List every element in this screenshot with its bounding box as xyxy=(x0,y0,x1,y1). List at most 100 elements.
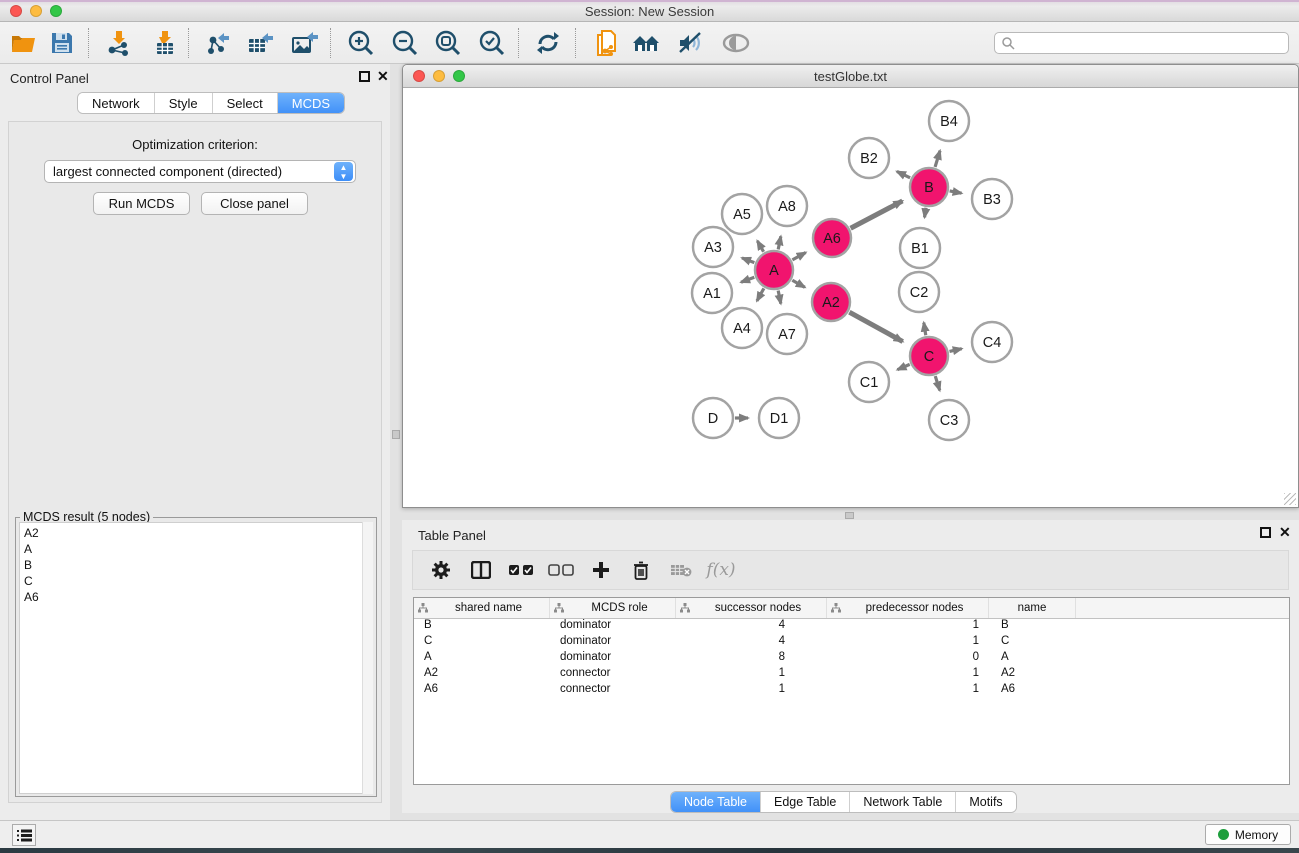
graph-node-C3[interactable]: C3 xyxy=(929,400,969,440)
graph-node-A5[interactable]: A5 xyxy=(722,194,762,234)
graph-edge-C-C1[interactable] xyxy=(897,364,909,369)
column-header-predecessor-nodes[interactable]: predecessor nodes xyxy=(827,598,989,618)
horizontal-divider-grip[interactable] xyxy=(845,512,854,519)
result-item[interactable]: A2 xyxy=(24,525,363,541)
table-cell[interactable]: connector xyxy=(550,683,676,699)
home-button[interactable] xyxy=(631,28,663,58)
graph-node-A[interactable]: A xyxy=(755,251,793,289)
table-row[interactable]: Cdominator41C xyxy=(414,635,1289,651)
graph-edge-C-C4[interactable] xyxy=(949,349,961,352)
graph-node-A4[interactable]: A4 xyxy=(722,308,762,348)
graph-edge-A-A5[interactable] xyxy=(757,241,763,252)
function-builder-button[interactable]: f(x) xyxy=(701,560,741,580)
graph-edge-B-B2[interactable] xyxy=(897,171,910,177)
tab-network-table[interactable]: Network Table xyxy=(850,792,956,813)
window-resize-grip[interactable] xyxy=(1284,493,1296,505)
graph-node-A3[interactable]: A3 xyxy=(693,227,733,267)
close-table-panel-icon[interactable]: ✕ xyxy=(1279,524,1291,541)
run-mcds-button[interactable]: Run MCDS xyxy=(93,192,190,215)
import-table-button[interactable] xyxy=(149,28,181,58)
tab-edge-table[interactable]: Edge Table xyxy=(761,792,850,813)
unselect-all-columns-button[interactable] xyxy=(541,564,581,576)
table-cell[interactable]: 1 xyxy=(827,667,989,683)
graph-node-A2[interactable]: A2 xyxy=(812,283,850,321)
clone-network-button[interactable] xyxy=(590,28,622,58)
table-cell[interactable]: 8 xyxy=(676,651,827,667)
graph-node-B3[interactable]: B3 xyxy=(972,179,1012,219)
delete-button[interactable] xyxy=(621,561,661,580)
table-row[interactable]: A6connector11A6 xyxy=(414,683,1289,699)
tab-mcds[interactable]: MCDS xyxy=(278,93,344,114)
export-network-button[interactable] xyxy=(202,28,234,58)
save-session-button[interactable] xyxy=(46,28,78,58)
delete-table-button[interactable] xyxy=(661,563,701,577)
zoom-selected-button[interactable] xyxy=(476,28,508,58)
graph-edge-A-A7[interactable] xyxy=(778,291,781,304)
zoom-fit-button[interactable] xyxy=(432,28,464,58)
table-cell[interactable]: B xyxy=(989,619,1076,635)
graph-node-A7[interactable]: A7 xyxy=(767,314,807,354)
table-cell[interactable]: C xyxy=(414,635,550,651)
search-input[interactable] xyxy=(1015,34,1288,52)
table-cell[interactable]: 4 xyxy=(676,635,827,651)
optimization-criterion-dropdown[interactable]: largest connected component (directed) ▲… xyxy=(44,160,356,183)
tab-network[interactable]: Network xyxy=(78,93,155,114)
export-table-button[interactable] xyxy=(245,28,277,58)
close-panel-button[interactable]: Close panel xyxy=(201,192,308,215)
table-cell[interactable]: 1 xyxy=(676,683,827,699)
graph-edge-A2-C[interactable] xyxy=(849,312,902,341)
column-header-shared-name[interactable]: shared name xyxy=(414,598,550,618)
float-table-panel-icon[interactable] xyxy=(1260,527,1271,538)
table-cell[interactable]: A6 xyxy=(414,683,550,699)
graph-edge-B-B3[interactable] xyxy=(950,191,962,193)
result-item[interactable]: A xyxy=(24,541,363,557)
graph-node-C[interactable]: C xyxy=(910,337,948,375)
table-cell[interactable]: 1 xyxy=(827,635,989,651)
add-column-button[interactable] xyxy=(581,561,621,579)
graph-node-D[interactable]: D xyxy=(693,398,733,438)
result-item[interactable]: C xyxy=(24,573,363,589)
result-scrollbar[interactable] xyxy=(362,522,373,794)
graph-node-C1[interactable]: C1 xyxy=(849,362,889,402)
split-columns-button[interactable] xyxy=(461,561,501,579)
table-cell[interactable]: B xyxy=(414,619,550,635)
graph-node-B2[interactable]: B2 xyxy=(849,138,889,178)
result-item[interactable]: B xyxy=(24,557,363,573)
graph-node-C2[interactable]: C2 xyxy=(899,272,939,312)
graph-node-D1[interactable]: D1 xyxy=(759,398,799,438)
graph-edge-B-B4[interactable] xyxy=(935,151,940,167)
table-cell[interactable]: A xyxy=(989,651,1076,667)
graph-edge-A-A3[interactable] xyxy=(742,258,754,263)
table-cell[interactable]: dominator xyxy=(550,635,676,651)
table-cell[interactable]: 4 xyxy=(676,619,827,635)
panel-divider-grip[interactable] xyxy=(392,430,400,439)
graph-node-B[interactable]: B xyxy=(910,168,948,206)
graph-edge-A-A4[interactable] xyxy=(757,288,764,300)
tab-select[interactable]: Select xyxy=(213,93,278,114)
graph-node-B1[interactable]: B1 xyxy=(900,228,940,268)
table-cell[interactable]: 0 xyxy=(827,651,989,667)
search-field[interactable] xyxy=(994,32,1289,54)
tab-style[interactable]: Style xyxy=(155,93,213,114)
table-row[interactable]: A2connector11A2 xyxy=(414,667,1289,683)
table-cell[interactable]: 1 xyxy=(827,619,989,635)
open-session-button[interactable] xyxy=(8,28,40,58)
export-image-button[interactable] xyxy=(289,28,321,58)
tab-node-table[interactable]: Node Table xyxy=(671,792,761,813)
table-cell[interactable]: dominator xyxy=(550,619,676,635)
graph-node-A6[interactable]: A6 xyxy=(813,219,851,257)
zoom-out-button[interactable] xyxy=(389,28,421,58)
task-history-button[interactable] xyxy=(12,824,36,846)
import-network-button[interactable] xyxy=(103,28,135,58)
gear-button[interactable] xyxy=(421,560,461,580)
table-cell[interactable]: connector xyxy=(550,667,676,683)
table-cell[interactable]: A6 xyxy=(989,683,1076,699)
graph-node-A1[interactable]: A1 xyxy=(692,273,732,313)
float-panel-icon[interactable] xyxy=(359,71,370,82)
graph-node-B4[interactable]: B4 xyxy=(929,101,969,141)
column-header-name[interactable]: name xyxy=(989,598,1076,618)
zoom-in-button[interactable] xyxy=(345,28,377,58)
graph-edge-A-A1[interactable] xyxy=(741,277,754,282)
table-row[interactable]: Adominator80A xyxy=(414,651,1289,667)
graph-edge-A6-B[interactable] xyxy=(851,201,903,228)
